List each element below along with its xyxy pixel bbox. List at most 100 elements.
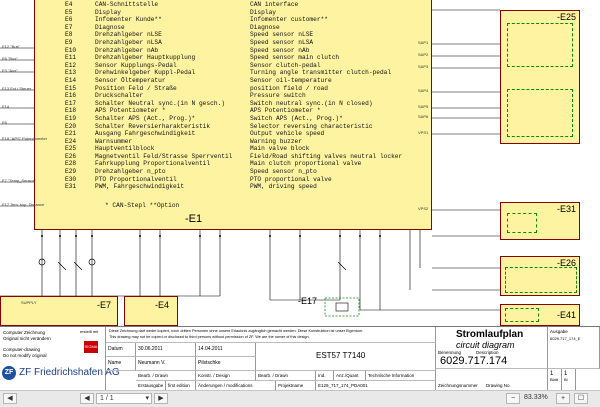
pin-label: SAP4 (418, 88, 429, 93)
zoom-out-button[interactable]: − (506, 393, 520, 404)
left-label: E3 "Aux" (2, 68, 18, 73)
pin-label: SAP6 (418, 114, 429, 119)
chevron-down-icon: ▾ (145, 395, 149, 402)
component-en: Warning buzzer (250, 137, 302, 145)
component-de: Drehzahlgeber Hauptkupplung (95, 54, 196, 62)
component-de: Position Feld / Straße (95, 84, 177, 92)
component-code: E26 (65, 152, 77, 160)
left-label: E6 "Bus" (2, 56, 18, 61)
module-e4: -E4 (124, 296, 178, 326)
drawn-label-2: Bearb. / Drawn (256, 371, 316, 381)
component-row: E11 Drehzahlgeber Hauptkupplung Speed sens… (65, 54, 402, 62)
fit-page-button[interactable]: ☐ (574, 393, 588, 404)
page-selector[interactable]: 1 / 1 ▾ (96, 393, 152, 404)
component-en: Speed sensor main clutch (250, 54, 340, 62)
module-e25: -E25 (500, 10, 580, 144)
component-de: Drehzahlgeber nAb (95, 46, 159, 54)
valve-group (507, 89, 573, 137)
zoom-in-button[interactable]: + (556, 393, 570, 404)
component-en: Selector reversing characteristic (250, 122, 373, 130)
date-1: 30.06.2011 (136, 343, 196, 357)
back-button[interactable]: ◀ (3, 393, 17, 404)
component-code: E8 (65, 31, 73, 39)
component-en: Sensor clutch-pedal (250, 61, 321, 69)
computer-drawing-de2: Original nicht verändern (3, 336, 51, 341)
drawing-no-label: Drawing No. (486, 383, 511, 388)
component-row: E18 APS Potentiometer * APS Potentiometer … (65, 107, 402, 115)
zf-logo: ZF (2, 366, 16, 380)
sigma-logo: SIGMA (84, 341, 98, 353)
valve-group (505, 267, 577, 293)
component-row: E25 Hauptventilblock Main valve block (65, 145, 402, 153)
component-row: E6 Infomenter Kunde** Infomenter customer*… (65, 16, 402, 24)
component-de: Schalter APS (Act., Prog.)* (95, 114, 196, 122)
component-row: E9 Drehzahlgeber nLSA Speed sensor nLSA (65, 39, 402, 47)
component-de: Drehzahlgeber n_pto (95, 168, 166, 176)
left-label: E12 "Bus" (2, 44, 20, 49)
title-de: Stromlaufplan (456, 329, 524, 340)
component-en: Speed sensor nAb (250, 46, 310, 54)
component-row: E4 CAN-Schnittstelle CAN interface (65, 1, 402, 9)
component-en: Field/Road shifting valves neutral locke… (250, 152, 403, 160)
component-en: Sensor oil-temperature (250, 76, 332, 84)
component-en: Main valve block (250, 145, 310, 153)
amount-label: Anz./Quant (334, 371, 366, 381)
previous-page-button[interactable]: ◀ (80, 393, 94, 404)
component-code: E11 (65, 54, 77, 62)
component-code: E18 (65, 107, 77, 115)
component-de: PTO Proportionalventil (95, 175, 177, 183)
valve-group (507, 213, 537, 233)
left-label: E6 (2, 120, 7, 125)
component-de: Display (95, 8, 121, 16)
zeichnungsnummer-label: Zeichnungsnummer (438, 383, 478, 388)
component-en: Main clutch proportional valve (250, 160, 362, 168)
module-label: -E31 (555, 204, 577, 214)
component-row: E17 Schalter Neutral sync.(in N gesch.) Sw… (65, 100, 402, 108)
left-label: E13 Ext / Steuer (2, 86, 32, 91)
component-de: Ausgang Fahrgeschwindigkeit (95, 130, 196, 138)
drawing-number: 6029.717.174 (440, 355, 508, 367)
component-code: E19 (65, 114, 77, 122)
component-row: E13 Drehwinkelgeber Kuppl-Pedal Turning an… (65, 69, 402, 77)
sheet-label: Blatt (550, 377, 559, 382)
main-unit-label: -E1 (185, 213, 203, 225)
component-row: E29 Drehzahlgeber n_pto Speed sensor n_pto (65, 168, 402, 176)
computer-drawing-en2: Do not modify original (3, 353, 47, 358)
component-code: E21 (65, 130, 77, 138)
component-de: Drehzahlgeber nLSE (95, 31, 162, 39)
design-label: Konstr. / Design (196, 371, 256, 381)
next-page-button[interactable]: ▶ (154, 393, 168, 404)
component-de: Hauptventilblock (95, 145, 155, 153)
title-cell: Stromlaufplan circuit diagram Benennung … (436, 327, 548, 369)
component-code: E16 (65, 92, 77, 100)
title-en: circuit diagram (456, 340, 515, 350)
module-label: -E7 (97, 300, 112, 310)
component-de: APS Potentiometer * (95, 107, 166, 115)
component-code: E9 (65, 38, 73, 46)
component-code: E12 (65, 61, 77, 69)
viewer-toolbar: ◀ ◀ 1 / 1 ▾ ▶ − 83.33% + ☐ (0, 390, 600, 407)
component-row: E5 Display Display (65, 9, 402, 17)
module-e31: -E31 (500, 202, 580, 240)
module-label: -E4 (155, 300, 170, 310)
date-2: 14.04.2011 (196, 343, 256, 357)
footnote: * CAN-Stepl **Option (105, 202, 180, 209)
component-de: Fahrkupplung Proportionalventil (95, 160, 211, 168)
left-label: E14 (2, 104, 10, 109)
component-row: E7 Diagnose Diagnose (65, 24, 402, 32)
component-table: E4 CAN-Schnittstelle CAN interface E5 Displa… (65, 1, 402, 191)
component-row: E12 Sensor Kupplungs-Pedal Sensor clutch-p… (65, 62, 402, 70)
drawn-label: Bearb. / Drawn (136, 371, 196, 381)
component-de: Drehwinkelgeber Kuppl-Pedal (95, 69, 196, 77)
component-code: E5 (65, 8, 73, 16)
component-code: E13 (65, 69, 77, 77)
valve-group (507, 23, 573, 67)
pin-label: SAP3 (418, 64, 429, 69)
est-number: EST57 T7140 (256, 343, 436, 371)
component-en: Output vehicle speed (250, 130, 325, 138)
module-e17-label: -E17 (298, 296, 318, 306)
component-code: E7 (65, 23, 73, 31)
module-e41: -E41 (500, 304, 580, 326)
left-label: E18 "APS" Potentiometer (2, 136, 48, 141)
component-de: Magnetventil Feld/Strasse Sperrventil (95, 152, 233, 160)
